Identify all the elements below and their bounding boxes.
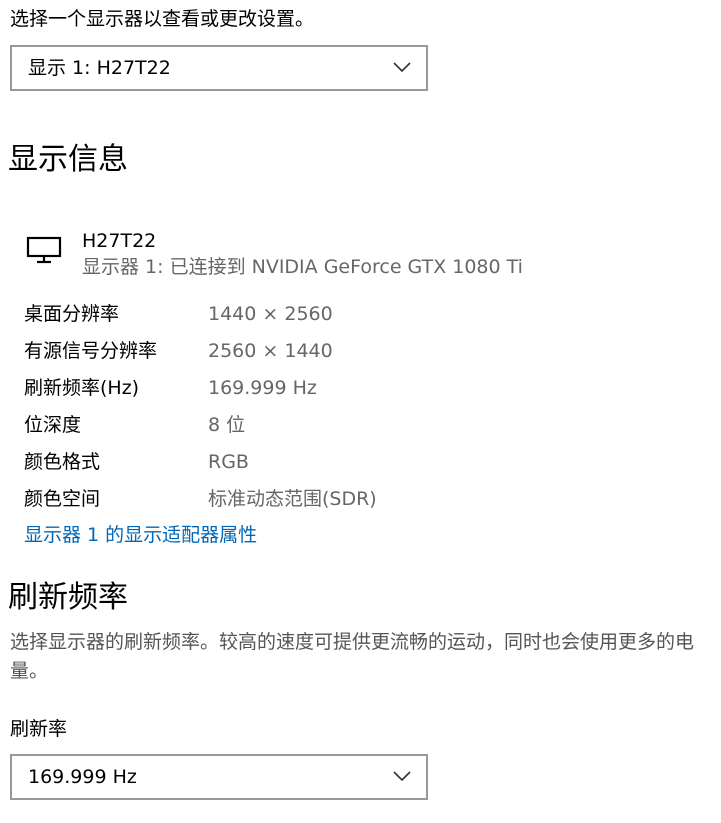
info-label-color-format: 颜色格式 <box>24 451 101 473</box>
display-info-title: 显示信息 <box>8 142 128 177</box>
info-value-bit-depth: 8 位 <box>208 414 246 436</box>
adapter-properties-link[interactable]: 显示器 1 的显示适配器属性 <box>24 522 257 548</box>
info-label-desktop-resolution: 桌面分辨率 <box>24 303 120 325</box>
info-value-color-format: RGB <box>208 451 249 473</box>
display-select-value: 显示 1: H27T22 <box>28 57 171 79</box>
info-label-bit-depth: 位深度 <box>24 414 82 436</box>
info-label-active-signal-resolution: 有源信号分辨率 <box>24 340 158 362</box>
refresh-rate-field-label: 刷新率 <box>10 718 68 740</box>
refresh-rate-dropdown[interactable]: 169.999 Hz <box>10 754 428 800</box>
info-value-refresh-rate: 169.999 Hz <box>208 377 317 399</box>
info-value-desktop-resolution: 1440 × 2560 <box>208 303 333 325</box>
refresh-rate-title: 刷新频率 <box>8 580 128 615</box>
chevron-down-icon <box>393 62 411 73</box>
chevron-down-icon <box>393 771 411 782</box>
refresh-rate-value: 169.999 Hz <box>28 766 137 788</box>
info-value-color-space: 标准动态范围(SDR) <box>208 488 377 510</box>
info-label-color-space: 颜色空间 <box>24 488 101 510</box>
info-label-refresh-rate: 刷新频率(Hz) <box>24 377 140 399</box>
monitor-name: H27T22 <box>82 230 157 252</box>
monitor-icon <box>26 236 62 264</box>
display-select-prompt: 选择一个显示器以查看或更改设置。 <box>10 8 315 30</box>
info-value-active-signal-resolution: 2560 × 1440 <box>208 340 333 362</box>
monitor-subtitle: 显示器 1: 已连接到 NVIDIA GeForce GTX 1080 Ti <box>82 256 523 278</box>
refresh-rate-description: 选择显示器的刷新频率。较高的速度可提供更流畅的运动，同时也会使用更多的电量。 <box>10 631 695 682</box>
display-select-dropdown[interactable]: 显示 1: H27T22 <box>10 45 428 91</box>
